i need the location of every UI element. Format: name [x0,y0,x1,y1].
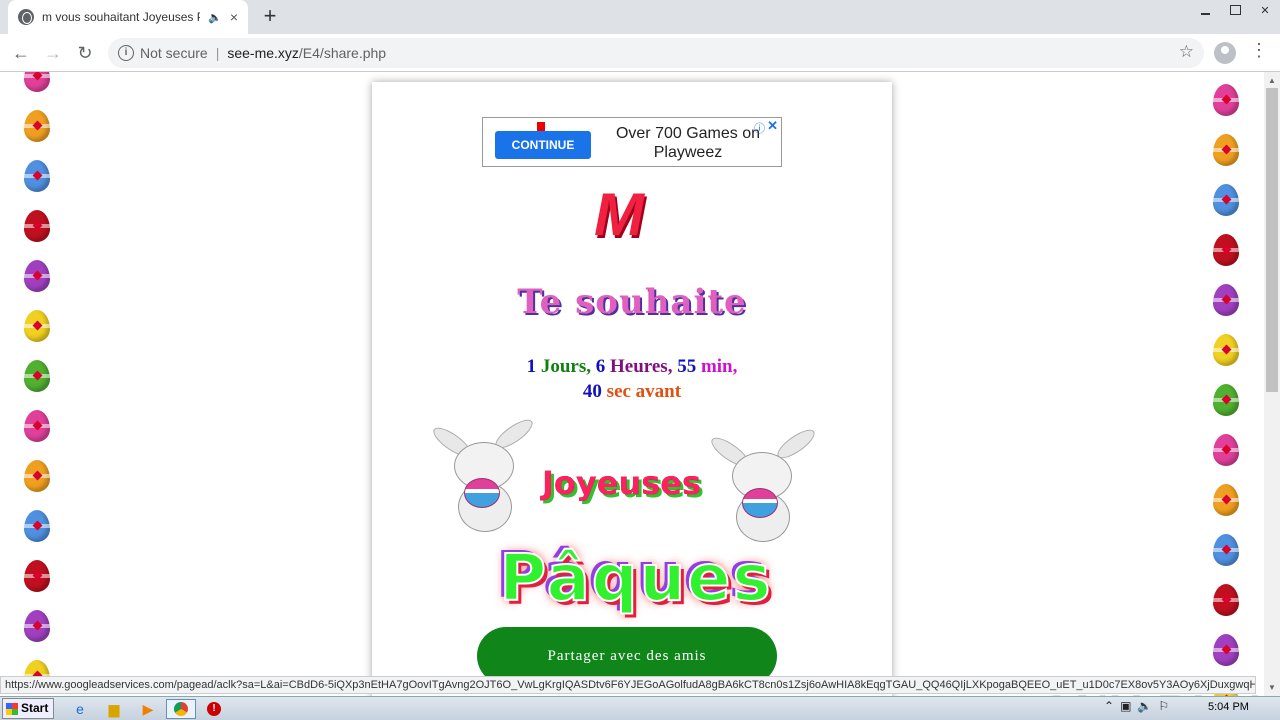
hours-unit: Heures, [610,356,673,377]
ad-close-icon[interactable]: ✕ [767,118,778,134]
joyeuses-text: Joyeuses [542,464,702,502]
url-path: /E4/share.php [298,45,387,61]
countdown-text: 1 Jours, 6 Heures, 55 min, 40 sec avant [372,354,892,404]
speaker-icon[interactable]: 🔈 [208,11,222,24]
status-url-bubble: https://www.googleadservices.com/pagead/… [0,676,1256,694]
easter-egg-icon [1213,134,1239,166]
page-viewport: CONTINUE Over 700 Games on Playweez ⓘ ✕ … [0,72,1264,696]
sec-value: 40 [582,381,602,402]
browser-tab[interactable]: m vous souhaitant Joyeuses Pâ 🔈 × [8,0,248,34]
folder-icon[interactable]: ▆ [102,699,126,719]
easter-egg-icon [1213,584,1239,616]
min-unit: min, [700,356,738,377]
easter-egg-icon [1213,184,1239,216]
easter-egg-icon [24,460,50,492]
ad-text[interactable]: Over 700 Games on Playweez [603,124,773,162]
easter-egg-icon [24,260,50,292]
sec-unit: sec avant [606,381,682,402]
easter-egg-icon [1213,234,1239,266]
hours-value: 6 [595,356,606,377]
easter-egg-icon [24,160,50,192]
min-value: 55 [677,356,697,377]
globe-icon [18,9,34,25]
easter-egg-icon [1213,334,1239,366]
easter-egg-icon [24,360,50,392]
bunny-image-right [707,422,822,552]
menu-kebab-icon[interactable]: ⋮ [1250,40,1268,61]
scroll-thumb[interactable] [1266,88,1278,392]
windows-taskbar: Start e ▆ ▶ ! ⌃ ▣ 🔈 ⚐ 5:04 PM [0,696,1280,720]
clock: 5:04 PM [1208,701,1249,713]
info-icon[interactable]: i [118,45,134,61]
tab-title: m vous souhaitant Joyeuses Pâ [42,10,201,24]
url-host: see-me.xyz [227,45,299,61]
window-close-button[interactable]: ✕ [1250,0,1280,20]
easter-egg-icon [24,310,50,342]
profile-avatar[interactable] [1214,42,1236,64]
easter-egg-icon [24,110,50,142]
easter-egg-icon [24,560,50,592]
easter-egg-icon [1213,284,1239,316]
restore-button[interactable] [1220,0,1250,20]
new-tab-button[interactable]: + [258,4,282,28]
greeting-card: CONTINUE Over 700 Games on Playweez ⓘ ✕ … [372,82,892,696]
days-unit: Jours, [540,356,591,377]
easter-egg-icon [1213,534,1239,566]
easter-egg-icon [1213,384,1239,416]
security-label: Not secure [140,45,208,61]
tab-close-icon[interactable]: × [230,9,238,25]
easter-egg-icon [24,610,50,642]
sender-initial: M [594,181,644,248]
days-value: 1 [526,356,537,377]
ad-info-icon[interactable]: ⓘ [754,120,765,136]
paques-text: Pâques [498,541,773,617]
start-button[interactable]: Start [2,698,54,719]
ad-banner[interactable]: CONTINUE Over 700 Games on Playweez ⓘ ✕ [482,117,782,167]
scroll-up-icon[interactable]: ▲ [1268,76,1276,85]
window-controls: ✕ [1190,0,1280,20]
ie-icon[interactable]: e [68,699,92,719]
ad-continue-button[interactable]: CONTINUE [495,131,591,159]
browser-toolbar: ← → ↻ i Not secure | see-me.xyz /E4/shar… [0,34,1280,72]
back-button[interactable]: ← [8,40,34,66]
easter-egg-icon [1213,434,1239,466]
bookmark-star-icon[interactable]: ☆ [1179,42,1194,62]
chrome-icon[interactable] [166,699,196,719]
tray-expand-icon[interactable]: ⌃ [1104,699,1114,713]
reload-button[interactable]: ↻ [72,40,98,66]
easter-egg-icon [1213,84,1239,116]
system-tray: ⌃ ▣ 🔈 ⚐ [1104,699,1169,713]
tab-strip: m vous souhaitant Joyeuses Pâ 🔈 × + ✕ [0,0,1280,34]
easter-egg-icon [1213,484,1239,516]
easter-egg-icon [1213,634,1239,666]
easter-egg-icon [24,210,50,242]
network-icon[interactable]: ▣ [1120,699,1131,713]
easter-egg-icon [24,410,50,442]
scroll-down-icon[interactable]: ▼ [1268,683,1276,692]
divider: | [215,45,220,61]
forward-button[interactable]: → [40,40,66,66]
volume-icon[interactable]: 🔈 [1137,699,1152,713]
media-player-icon[interactable]: ▶ [136,699,160,719]
wish-heading: Te souhaite [517,282,747,322]
bunny-image-left [429,412,544,542]
easter-egg-icon [24,510,50,542]
flag-icon[interactable]: ⚐ [1158,699,1169,713]
minimize-button[interactable] [1190,0,1220,20]
easter-egg-icon [24,72,50,92]
address-bar[interactable]: i Not secure | see-me.xyz /E4/share.php … [108,38,1204,68]
antivirus-icon[interactable]: ! [202,699,226,719]
page-scrollbar[interactable]: ▲ ▼ [1264,72,1280,696]
